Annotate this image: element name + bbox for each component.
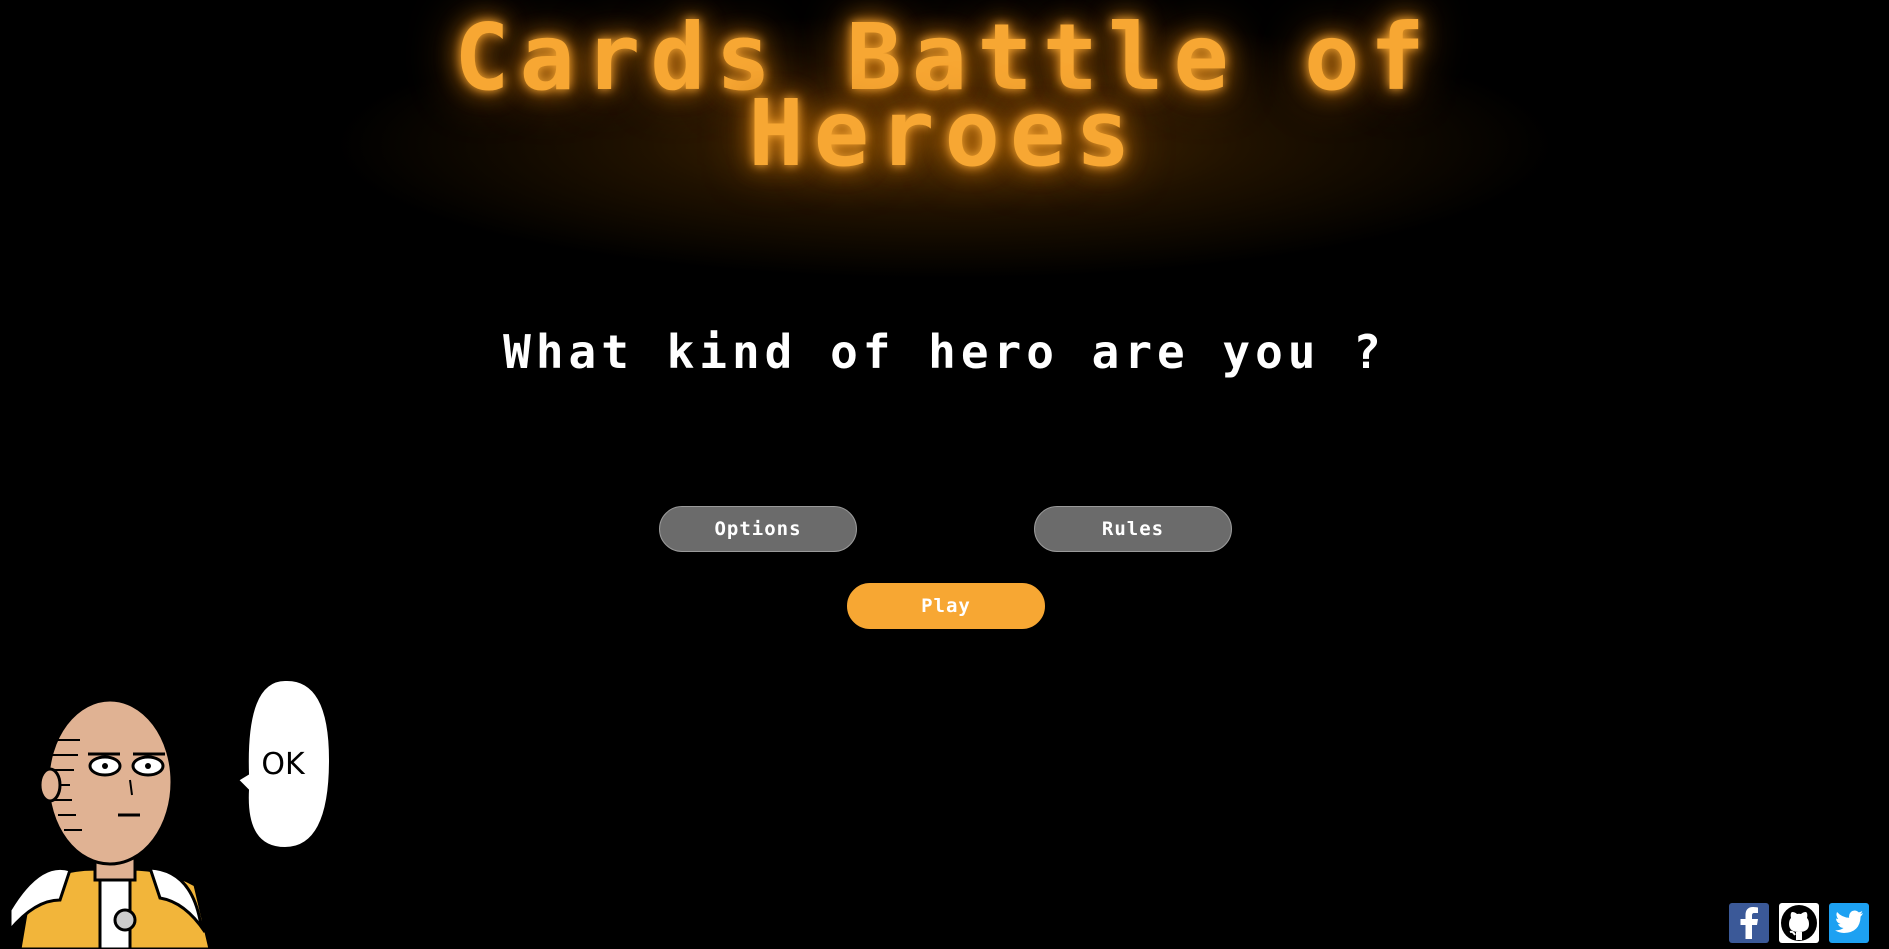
github-icon[interactable] <box>1779 903 1819 943</box>
game-title: Cards Battle of Heroes <box>0 12 1889 187</box>
rules-button[interactable]: Rules <box>1034 506 1232 552</box>
main-menu: Cards Battle of Heroes What kind of hero… <box>0 0 1889 949</box>
saitama-illustration: OK <box>8 678 332 949</box>
game-title-line2: Heroes <box>748 80 1141 187</box>
hero-question: What kind of hero are you ? <box>503 325 1386 379</box>
twitter-icon[interactable] <box>1829 903 1869 943</box>
facebook-icon[interactable] <box>1729 903 1769 943</box>
speech-bubble-text: OK <box>261 747 306 782</box>
play-button[interactable]: Play <box>847 583 1045 629</box>
options-button[interactable]: Options <box>659 506 857 552</box>
